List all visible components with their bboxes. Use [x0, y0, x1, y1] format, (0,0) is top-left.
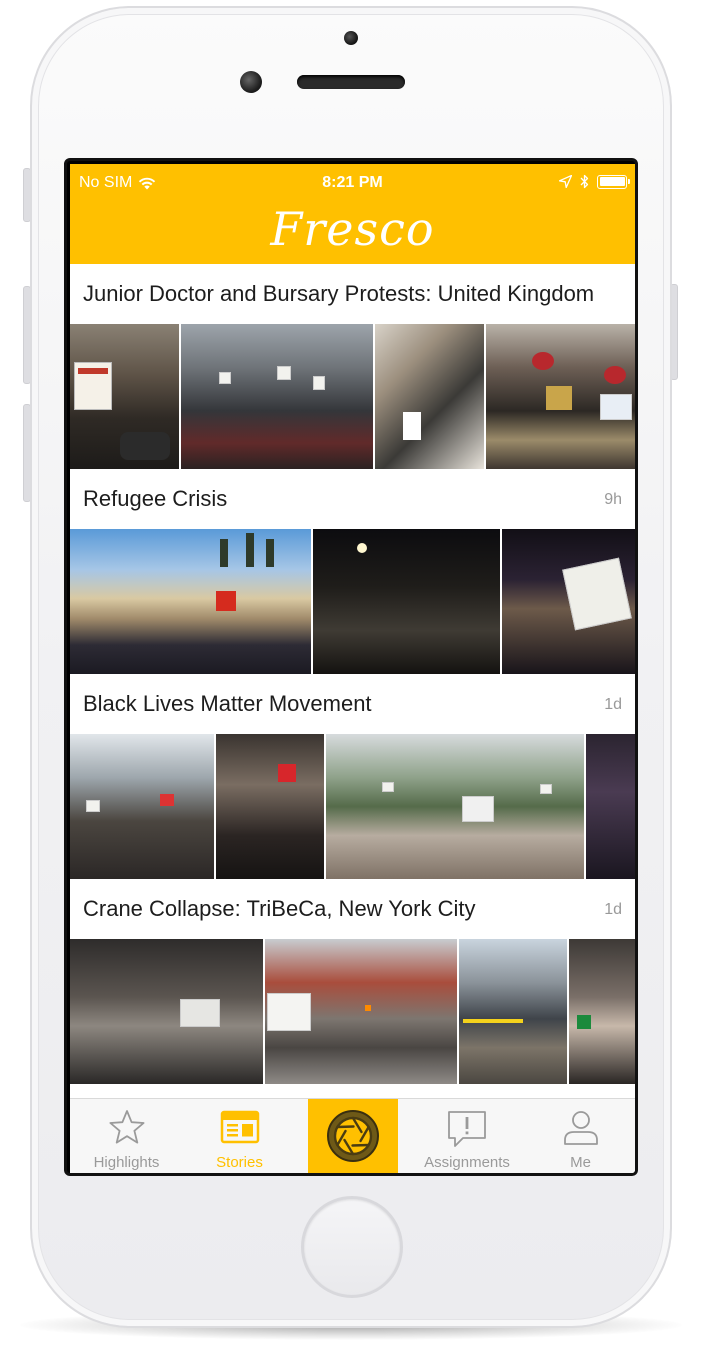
story-photo[interactable]: [326, 734, 584, 879]
story-card[interactable]: Refugee Crisis 9h: [70, 469, 635, 674]
app-logo: Fresco: [270, 202, 435, 256]
story-photo[interactable]: [70, 734, 214, 879]
earpiece-speaker: [297, 75, 405, 89]
tab-highlights[interactable]: Highlights: [70, 1099, 183, 1173]
camera-shutter-icon: [327, 1110, 379, 1162]
tab-bar: Highlights Stories Assignments Me: [70, 1098, 635, 1173]
alert-bubble-icon: [448, 1111, 486, 1147]
story-photo[interactable]: [181, 324, 373, 469]
story-photo[interactable]: [586, 734, 635, 879]
tab-stories[interactable]: Stories: [183, 1099, 296, 1173]
story-card[interactable]: Junior Doctor and Bursary Protests: Unit…: [70, 264, 635, 469]
story-photo-strip[interactable]: [70, 939, 635, 1084]
story-photo-strip[interactable]: [70, 734, 635, 879]
story-title: Junior Doctor and Bursary Protests: Unit…: [83, 281, 595, 306]
person-icon: [563, 1111, 598, 1145]
status-bar: No SIM 8:21 PM: [70, 172, 635, 194]
home-button[interactable]: [301, 1196, 403, 1298]
story-photo[interactable]: [313, 529, 500, 674]
proximity-sensor: [240, 71, 262, 93]
status-time: 8:21 PM: [322, 174, 383, 191]
story-photo[interactable]: [70, 939, 263, 1084]
tab-me[interactable]: Me: [526, 1099, 635, 1173]
bluetooth-icon: [580, 174, 589, 189]
app-view: No SIM 8:21 PM Fresco Junior Doctor and …: [70, 164, 635, 1173]
story-header[interactable]: Junior Doctor and Bursary Protests: Unit…: [70, 264, 635, 324]
tab-assignments[interactable]: Assignments: [408, 1099, 526, 1173]
tab-label: Highlights: [93, 1154, 160, 1171]
story-photo[interactable]: [265, 939, 457, 1084]
status-indicators: [559, 174, 630, 189]
star-icon: [109, 1110, 144, 1144]
story-timestamp: 1d: [604, 696, 622, 713]
tab-label: Stories: [216, 1154, 263, 1171]
story-title: Black Lives Matter Movement: [83, 691, 372, 716]
app-header: No SIM 8:21 PM Fresco: [70, 164, 635, 264]
front-camera: [344, 31, 358, 45]
battery-icon: [597, 174, 630, 189]
story-photo[interactable]: [375, 324, 484, 469]
location-arrow-icon: [559, 175, 572, 188]
story-header[interactable]: Black Lives Matter Movement 1d: [70, 674, 635, 734]
story-title: Refugee Crisis: [83, 486, 228, 511]
story-photo-strip[interactable]: [70, 529, 635, 674]
story-card[interactable]: Black Lives Matter Movement 1d: [70, 674, 635, 879]
tab-label: Assignments: [424, 1154, 510, 1171]
story-photo-strip[interactable]: [70, 324, 635, 469]
story-timestamp: 1d: [604, 901, 622, 918]
story-photo[interactable]: [216, 734, 324, 879]
story-header[interactable]: Refugee Crisis 9h: [70, 469, 635, 529]
story-timestamp: 9h: [604, 491, 622, 508]
phone-screen: No SIM 8:21 PM Fresco Junior Doctor and …: [64, 158, 638, 1176]
story-photo[interactable]: [569, 939, 635, 1084]
story-photo[interactable]: [70, 324, 179, 469]
story-card[interactable]: Crane Collapse: TriBeCa, New York City 1…: [70, 879, 635, 1084]
camera-button[interactable]: [308, 1099, 398, 1173]
story-photo[interactable]: [459, 939, 567, 1084]
story-photo[interactable]: [486, 324, 635, 469]
stories-feed[interactable]: Junior Doctor and Bursary Protests: Unit…: [70, 264, 635, 1098]
newspaper-icon: [220, 1110, 259, 1144]
story-title: Crane Collapse: TriBeCa, New York City: [83, 896, 476, 921]
tab-label: Me: [570, 1154, 591, 1171]
story-header[interactable]: Crane Collapse: TriBeCa, New York City 1…: [70, 879, 635, 939]
story-photo[interactable]: [70, 529, 311, 674]
story-photo[interactable]: [502, 529, 635, 674]
